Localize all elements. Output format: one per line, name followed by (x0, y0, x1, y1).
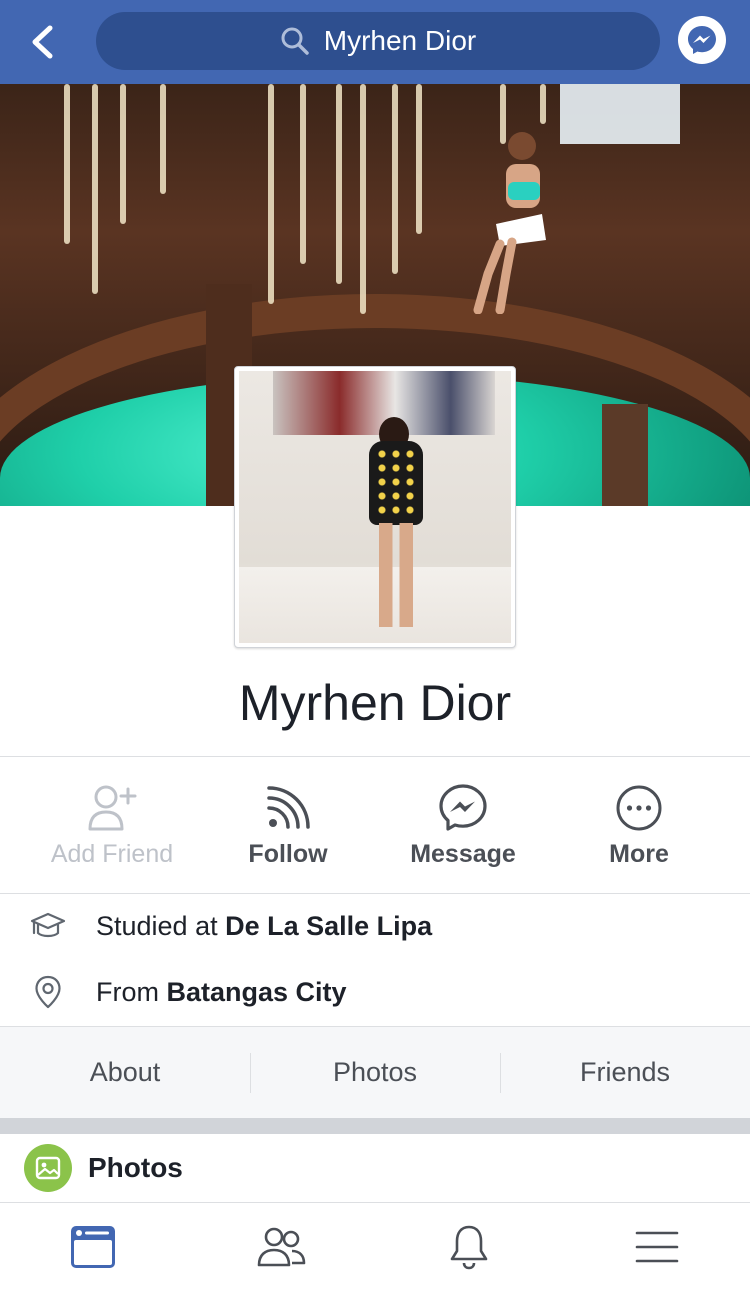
hometown-row[interactable]: From Batangas City (0, 960, 750, 1024)
profile-picture[interactable] (234, 366, 516, 648)
cover-fringe (268, 84, 274, 304)
hometown-text: From Batangas City (96, 977, 347, 1008)
cover-window (560, 84, 680, 144)
messenger-button[interactable] (678, 16, 726, 64)
search-input[interactable]: Myrhen Dior (96, 12, 660, 70)
search-query-text: Myrhen Dior (323, 25, 477, 56)
search-icon (281, 27, 309, 55)
messenger-icon (439, 784, 487, 831)
add-friend-button[interactable]: Add Friend (22, 782, 202, 869)
more-button[interactable]: More (549, 782, 729, 869)
cover-fringe (416, 84, 422, 234)
photo-icon (35, 1156, 61, 1180)
education-school-link[interactable]: De La Salle Lipa (225, 911, 432, 941)
follow-button[interactable]: Follow (198, 782, 378, 869)
profile-actions: Add Friend Follow Message More (0, 760, 750, 892)
follow-label: Follow (248, 840, 328, 868)
cover-person (473, 132, 546, 314)
cover-fringe (64, 84, 70, 244)
profile-tabs: About Photos Friends (0, 1026, 750, 1118)
graduation-cap-icon (30, 912, 66, 938)
more-label: More (609, 840, 669, 868)
photo-person-legs (379, 523, 413, 627)
back-button[interactable] (22, 20, 62, 64)
divider (0, 756, 750, 757)
photo-person-dress (369, 441, 423, 525)
education-row[interactable]: Studied at De La Salle Lipa (0, 894, 750, 958)
photo-floor (239, 567, 511, 643)
cover-fringe (300, 84, 306, 264)
cover-fringe (160, 84, 166, 194)
photos-badge (24, 1144, 72, 1192)
education-prefix: Studied at (96, 910, 226, 941)
tab-photos[interactable]: Photos (250, 1027, 500, 1118)
nav-friends[interactable] (253, 1219, 309, 1275)
cover-fringe (120, 84, 126, 224)
news-feed-icon (71, 1226, 115, 1268)
tab-about[interactable]: About (0, 1027, 250, 1118)
nav-menu[interactable] (629, 1219, 685, 1275)
hometown-prefix: From (96, 976, 167, 1007)
tab-friends[interactable]: Friends (500, 1027, 750, 1118)
nav-notifications[interactable] (441, 1219, 497, 1275)
education-text: Studied at De La Salle Lipa (96, 911, 432, 942)
add-friend-label: Add Friend (50, 840, 174, 868)
top-bar: Myrhen Dior (0, 0, 750, 84)
bottom-nav (0, 1202, 750, 1290)
friends-icon (257, 1227, 306, 1267)
cover-post (602, 404, 648, 506)
back-arrow-icon (32, 25, 53, 59)
profile-name: Myrhen Dior (238, 675, 512, 731)
photos-section-title: Photos (88, 1152, 183, 1183)
cover-fringe (336, 84, 342, 284)
add-friend-icon (88, 785, 137, 831)
cover-fringe (540, 84, 546, 124)
section-separator (0, 1118, 750, 1134)
more-dots-icon (616, 785, 662, 831)
cover-fringe (92, 84, 98, 294)
cover-fringe (360, 84, 366, 314)
photos-section-header[interactable]: Photos (0, 1134, 750, 1202)
menu-icon (635, 1231, 679, 1263)
follow-rss-icon (267, 786, 310, 829)
nav-news-feed[interactable] (65, 1219, 121, 1275)
notifications-icon (450, 1225, 488, 1270)
location-pin-icon (35, 975, 61, 1009)
message-label: Message (410, 840, 516, 868)
message-button[interactable]: Message (373, 782, 553, 869)
hometown-city-link[interactable]: Batangas City (167, 977, 347, 1007)
profile-photo (239, 371, 511, 643)
messenger-icon (688, 26, 716, 54)
cover-fringe (392, 84, 398, 274)
